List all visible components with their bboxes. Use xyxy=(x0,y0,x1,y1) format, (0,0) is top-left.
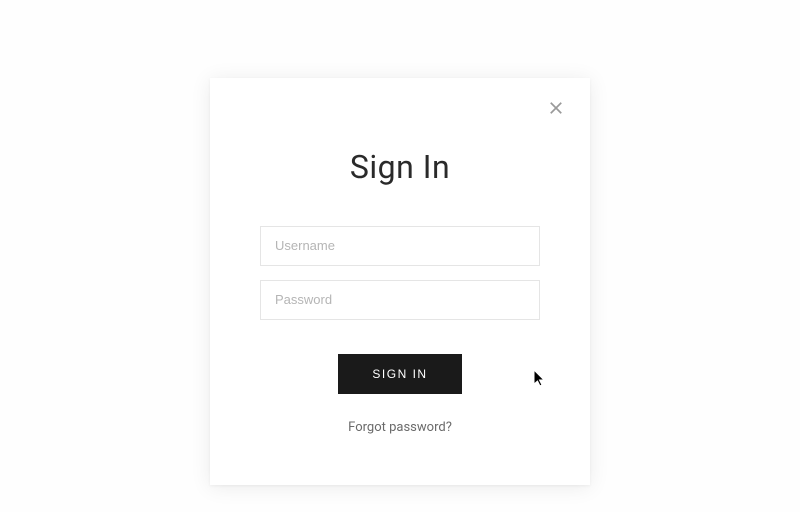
signin-button[interactable]: SIGN IN xyxy=(338,354,461,394)
forgot-password-link[interactable]: Forgot password? xyxy=(260,420,540,435)
close-icon xyxy=(547,99,565,121)
username-input[interactable] xyxy=(260,226,540,266)
modal-title: Sign In xyxy=(260,148,540,186)
close-button[interactable] xyxy=(544,98,568,122)
password-input[interactable] xyxy=(260,280,540,320)
signin-modal: Sign In SIGN IN Forgot password? xyxy=(210,78,590,485)
